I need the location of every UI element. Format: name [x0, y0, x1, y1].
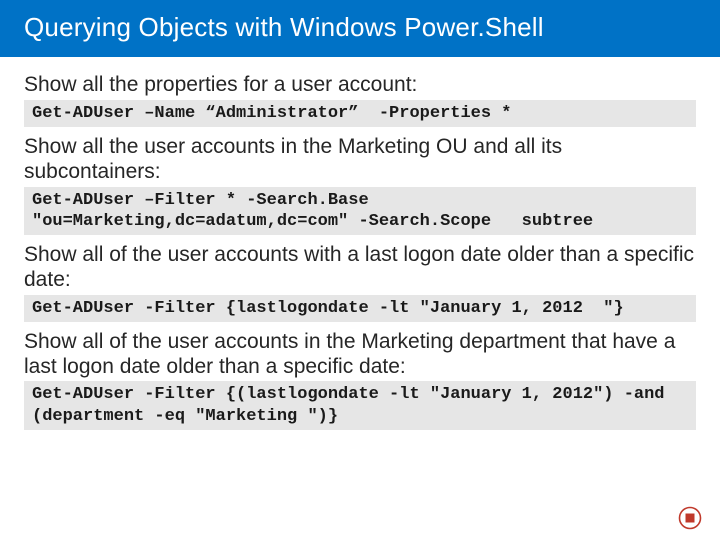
section-description: Show all the properties for a user accou… [24, 73, 696, 98]
code-block: Get-ADUser -Filter {(lastlogondate -lt "… [24, 381, 696, 430]
slide-content: Show all the properties for a user accou… [0, 57, 720, 430]
code-block: Get-ADUser –Name “Administrator” -Proper… [24, 100, 696, 127]
section-description: Show all of the user accounts with a las… [24, 243, 696, 293]
stop-icon [678, 506, 702, 530]
section-description: Show all the user accounts in the Market… [24, 135, 696, 185]
code-block: Get-ADUser –Filter * -Search.Base "ou=Ma… [24, 187, 696, 236]
slide-title: Querying Objects with Windows Power.Shel… [0, 0, 720, 57]
section-description: Show all of the user accounts in the Mar… [24, 330, 696, 380]
code-block: Get-ADUser -Filter {lastlogondate -lt "J… [24, 295, 696, 322]
